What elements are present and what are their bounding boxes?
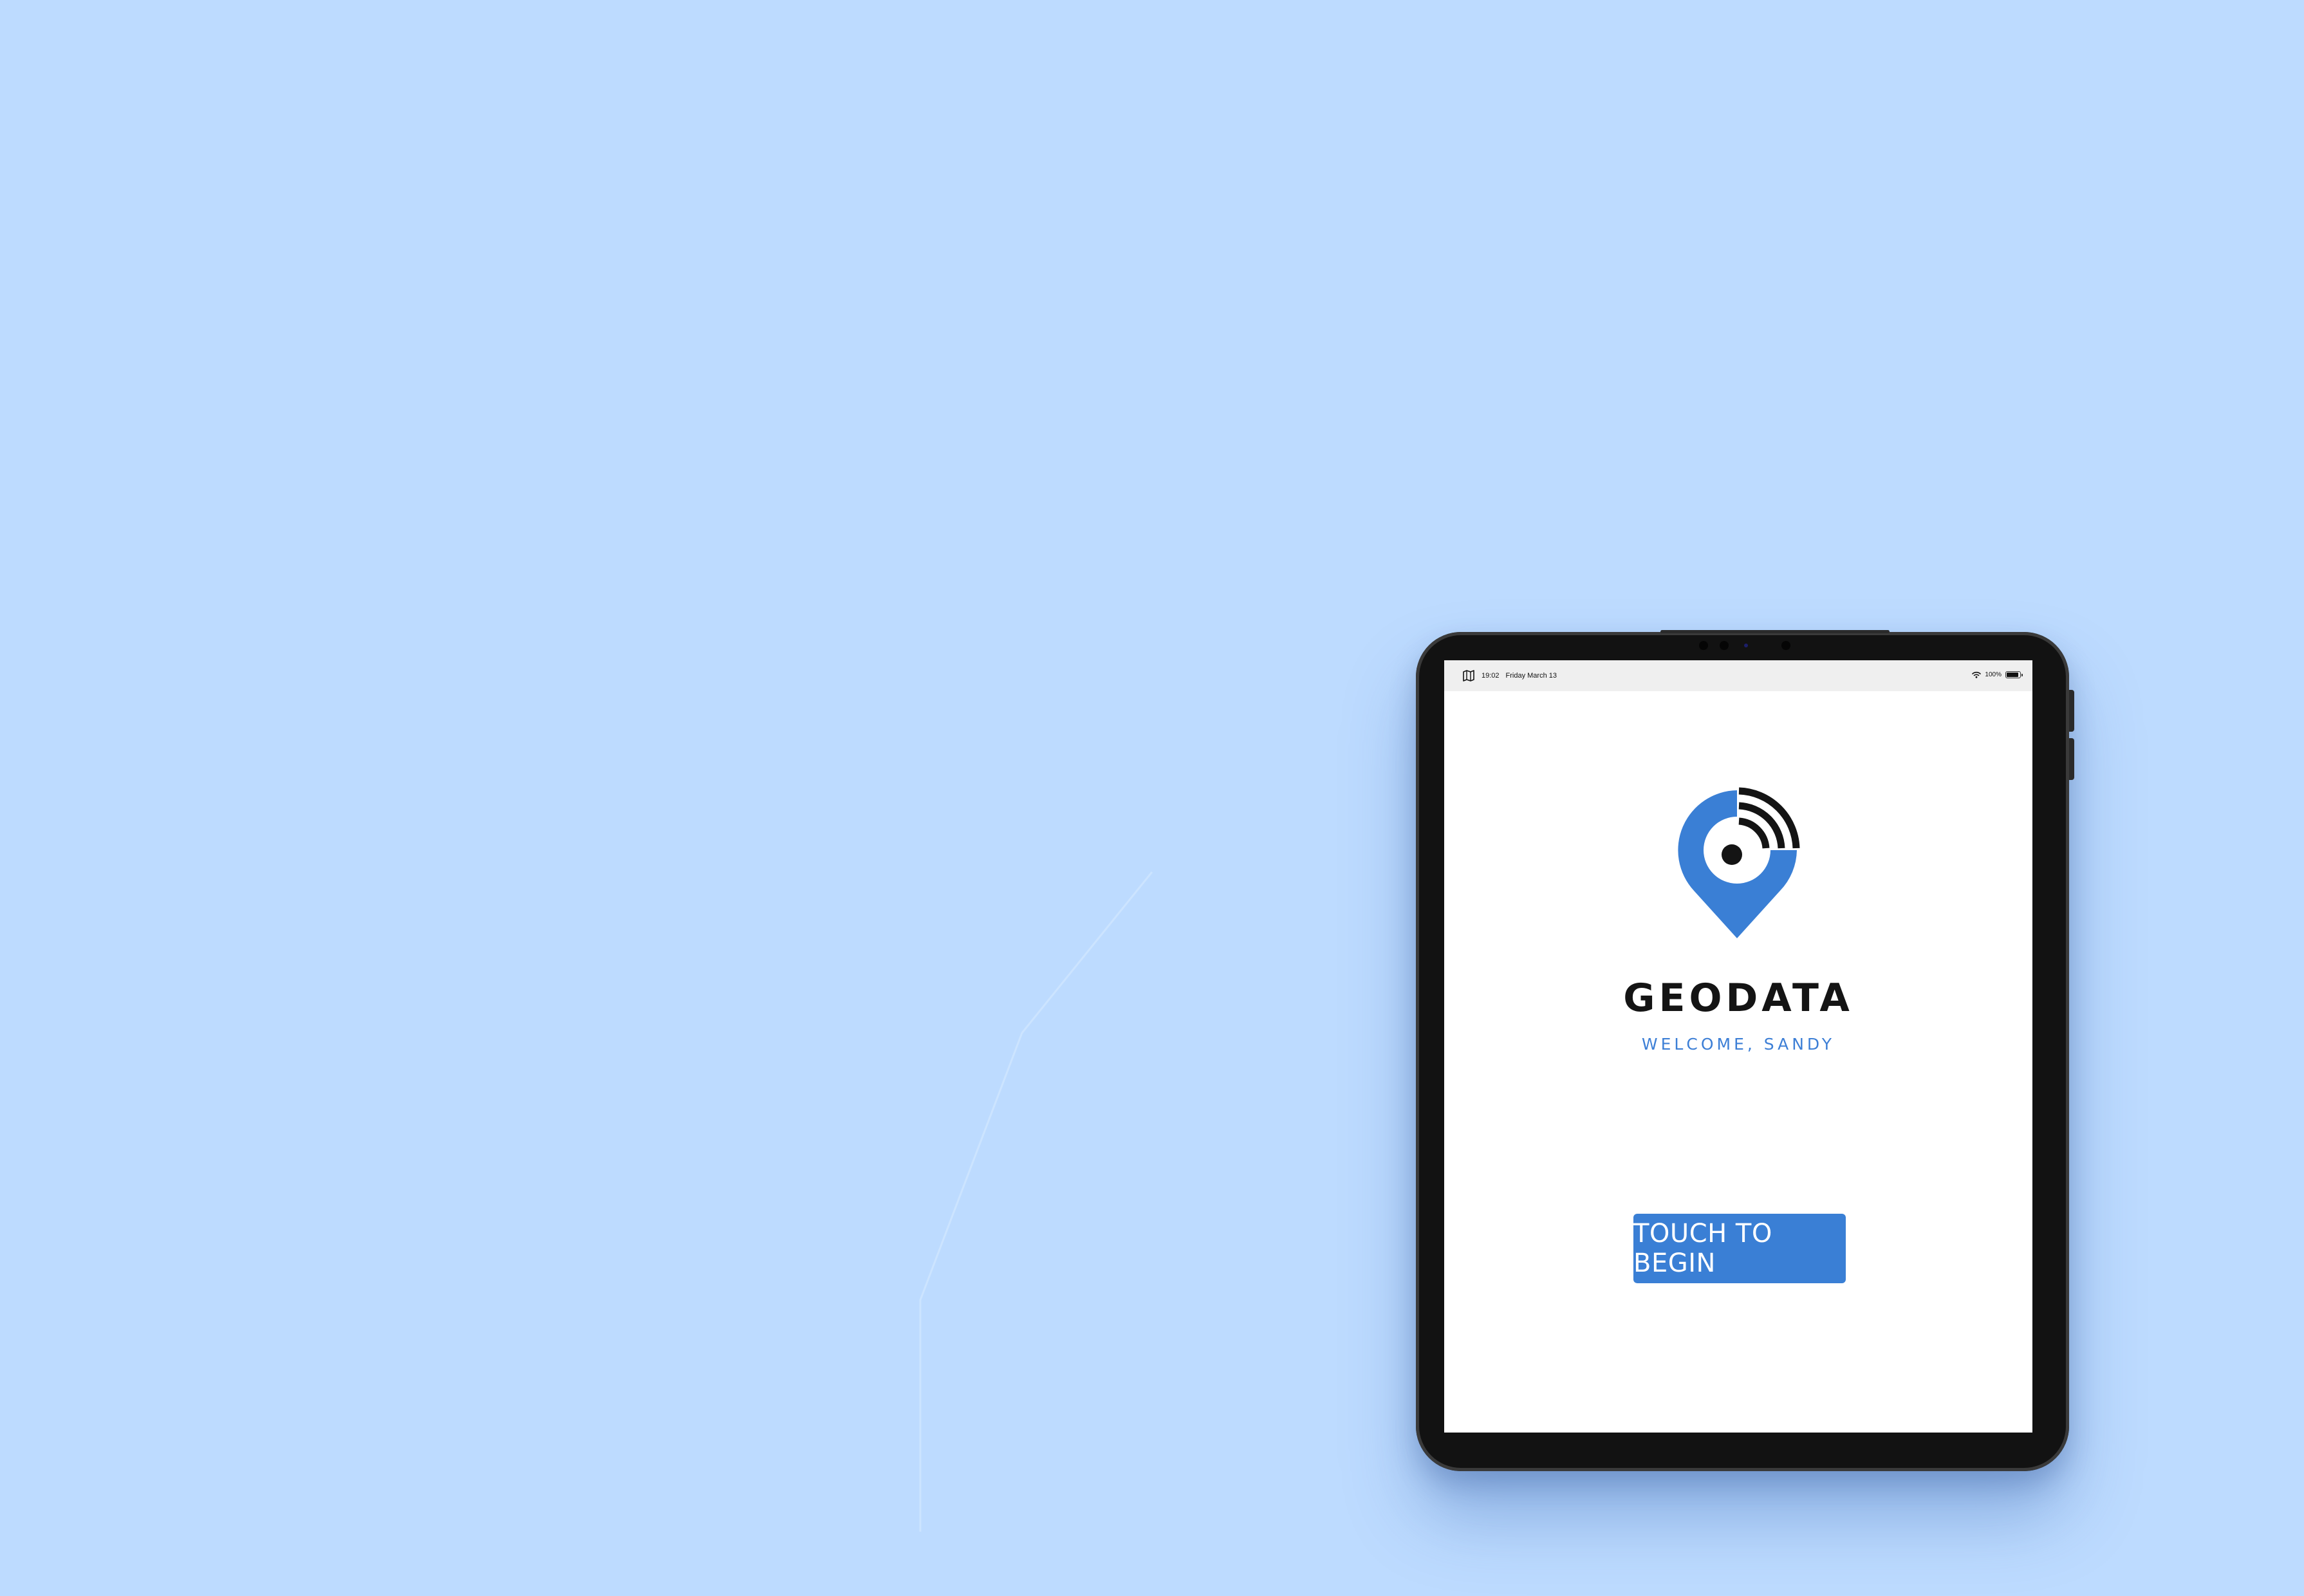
tablet-top-edge bbox=[1660, 630, 1890, 633]
camera-array bbox=[1693, 640, 1796, 651]
volume-up-button bbox=[2069, 690, 2074, 732]
tablet-screen: 19:02 Friday March 13 100% GEODATA WELCO… bbox=[1444, 660, 2032, 1433]
battery-icon bbox=[2005, 671, 2023, 678]
touch-to-begin-button[interactable]: TOUCH TO BEGIN bbox=[1633, 1214, 1846, 1283]
status-date: Friday March 13 bbox=[1505, 672, 1557, 680]
wifi-icon bbox=[1972, 671, 1982, 678]
tablet-device: 19:02 Friday March 13 100% GEODATA WELCO… bbox=[1416, 630, 2074, 1471]
status-bar: 19:02 Friday March 13 100% bbox=[1444, 660, 2032, 691]
location-pin-signal-icon bbox=[1678, 787, 1800, 938]
brand-name: GEODATA bbox=[1623, 976, 1853, 1021]
status-right: 100% bbox=[1972, 671, 2023, 678]
volume-down-button bbox=[2069, 738, 2074, 780]
status-time: 19:02 bbox=[1482, 672, 1500, 680]
map-icon[interactable] bbox=[1462, 670, 1475, 682]
welcome-text: WELCOME, SANDY bbox=[1641, 1035, 1835, 1053]
status-left: 19:02 Friday March 13 bbox=[1462, 670, 1557, 682]
battery-fill bbox=[2007, 673, 2018, 677]
battery-percent: 100% bbox=[1985, 671, 2002, 678]
